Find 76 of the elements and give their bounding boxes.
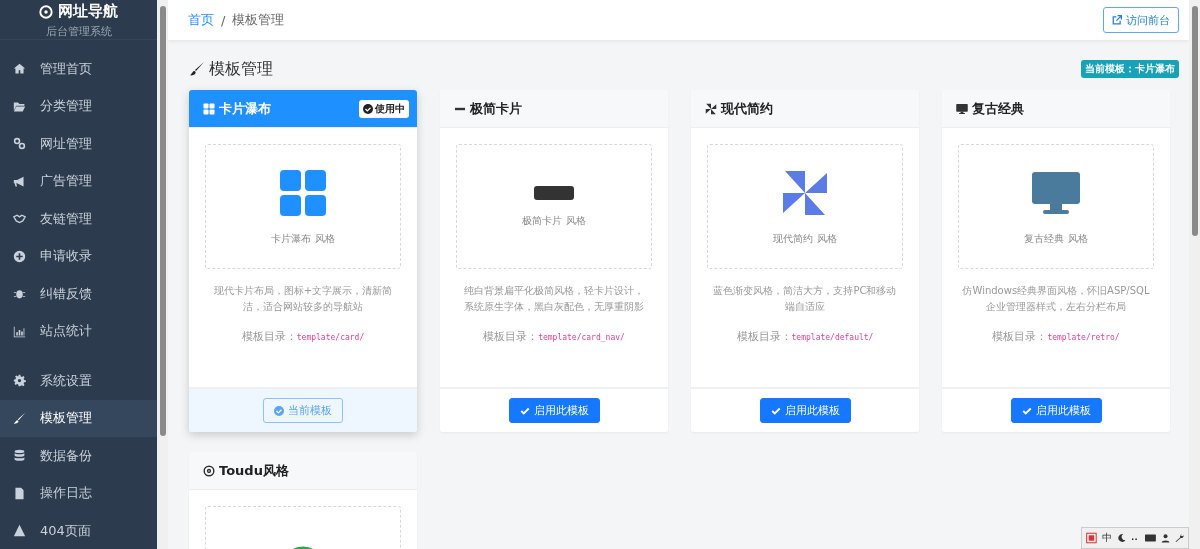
template-name: 极简卡片: [454, 99, 522, 118]
sidebar-item[interactable]: 系统设置: [0, 362, 157, 400]
sidebar-item[interactable]: 操作日志: [0, 474, 157, 512]
sidebar-item[interactable]: 管理首页: [0, 50, 157, 88]
page-title: 模板管理: [189, 58, 273, 80]
brush-icon: [13, 411, 26, 425]
grid-icon: [203, 102, 215, 115]
directory-label: 模板目录：: [483, 329, 539, 344]
visit-site-button[interactable]: 访问前台: [1103, 7, 1179, 33]
brush-icon: [189, 61, 205, 77]
directory-path: template/default/: [791, 333, 874, 342]
database-icon: [13, 449, 26, 463]
moon-icon: [1116, 533, 1126, 543]
preview-label: 卡片瀑布 风格: [271, 231, 335, 246]
checkmark-icon: [1021, 405, 1032, 416]
brand-subtitle: 后台管理系统: [45, 24, 112, 39]
template-name: 复古经典: [956, 99, 1024, 118]
warning-icon: [13, 524, 26, 538]
directory-label: 模板目录：: [992, 329, 1048, 344]
pinwheel-icon: [705, 102, 717, 115]
enable-template-button[interactable]: 启用此模板: [759, 398, 851, 423]
current-template-badge: 当前模板：卡片瀑布: [1081, 60, 1179, 78]
sidebar-item[interactable]: 友链管理: [0, 200, 157, 238]
sidebar-item[interactable]: 分类管理: [0, 87, 157, 125]
sidebar-item[interactable]: 404页面: [0, 512, 157, 549]
sidebar-item[interactable]: 数据备份: [0, 437, 157, 475]
enable-template-button[interactable]: 启用此模板: [1010, 398, 1102, 423]
in-use-badge: 使用中: [359, 99, 409, 118]
scrollbar[interactable]: [1189, 0, 1200, 549]
sidebar-item[interactable]: 站点统计: [0, 312, 157, 350]
scrollbar[interactable]: [157, 0, 168, 549]
wrench-icon: [1174, 533, 1184, 543]
breadcrumb-separator: /: [221, 12, 226, 28]
enable-template-button[interactable]: 启用此模板: [508, 398, 600, 423]
directory-path: template/card/: [296, 333, 365, 342]
directory-path: template/retro/: [1047, 333, 1120, 342]
directory-label: 模板目录：: [736, 329, 792, 344]
preview-label: 极简卡片 风格: [522, 213, 586, 228]
directory-path: template/card_nav/: [538, 333, 625, 342]
bar-chart-icon: [13, 324, 26, 338]
template-name: 现代简约: [705, 99, 773, 118]
sidebar-item[interactable]: 广告管理: [0, 162, 157, 200]
checkmark-icon: [519, 405, 530, 416]
check-circle-icon: [274, 405, 284, 416]
monitor-icon: [956, 102, 968, 115]
directory-label: 模板目录：: [241, 329, 297, 344]
checkmark-icon: [770, 405, 781, 416]
link-icon: [13, 137, 26, 151]
home-icon: [13, 62, 26, 76]
grid-icon: [278, 167, 328, 218]
template-description: 仿Windows经典界面风格，怀旧ASP/SQL企业管理器样式，左右分栏布局: [961, 284, 1151, 314]
external-link-icon: [1112, 15, 1122, 25]
user-icon: [1160, 533, 1170, 543]
template-description: 现代卡片布局，图标+文字展示，清新简洁，适合网站较多的导航站: [212, 284, 394, 314]
check-circle-icon: [363, 103, 373, 114]
bullhorn-icon: [13, 174, 26, 188]
brand-title: 网址导航: [39, 2, 118, 21]
folder-icon: [13, 99, 26, 113]
dash-icon: [534, 185, 574, 200]
compass-icon: [203, 464, 215, 477]
sidebar-item[interactable]: 纠错反馈: [0, 275, 157, 313]
sidebar-item[interactable]: 模板管理: [0, 399, 157, 437]
compass-icon: [39, 4, 53, 19]
preview-label: 现代简约 风格: [773, 231, 837, 246]
breadcrumb-current: 模板管理: [232, 11, 285, 29]
template-name: Toudu风格: [203, 461, 289, 480]
input-mode-label[interactable]: 中: [1101, 531, 1112, 545]
preview-label: 复古经典 风格: [1024, 231, 1088, 246]
settings-icon: [13, 374, 26, 388]
file-icon: [13, 486, 26, 500]
bug-icon: [13, 287, 26, 301]
template-description: 纯白背景扁平化极简风格，轻卡片设计，系统原生字体，黑白灰配色，无厚重阴影: [463, 284, 645, 314]
template-description: 蓝色渐变风格，简洁大方，支持PC和移动端自适应: [712, 284, 898, 314]
sidebar-item[interactable]: 网址管理: [0, 125, 157, 163]
sidebar-item[interactable]: 申请收录: [0, 237, 157, 275]
template-name: 卡片瀑布: [203, 99, 271, 118]
